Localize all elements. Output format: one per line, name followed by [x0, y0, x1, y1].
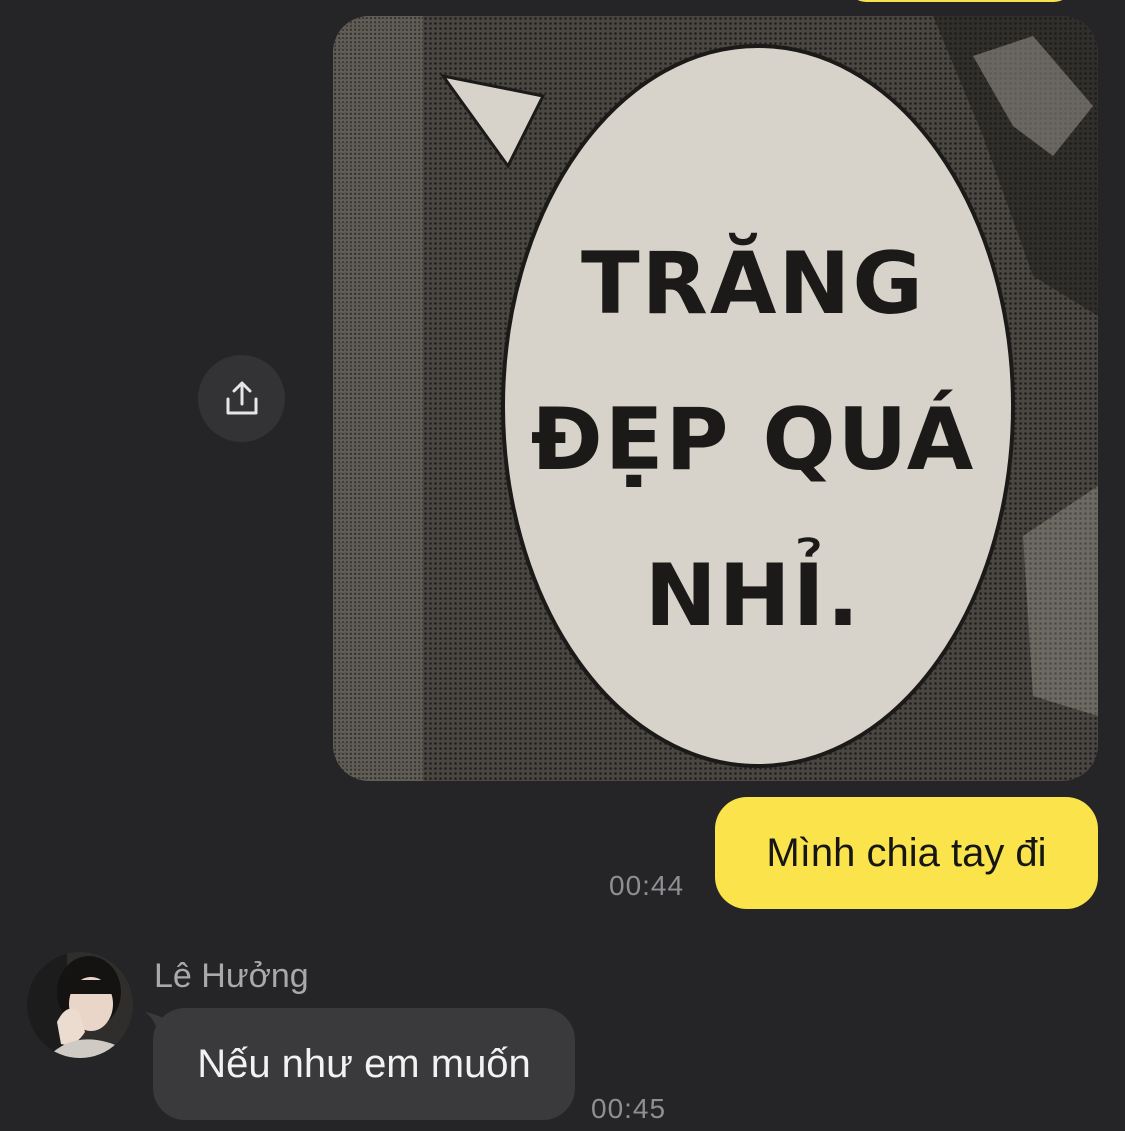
previous-sent-bubble [848, 0, 1072, 2]
speech-balloon-text: TRĂNG ĐẸP QUÁ NHỈ. [503, 206, 1003, 674]
received-message-text: Nếu như em muốn [197, 1041, 531, 1086]
received-message-bubble[interactable]: Nếu như em muốn [153, 1008, 575, 1120]
sent-message-bubble[interactable]: Mình chia tay đi [715, 797, 1098, 909]
received-message-time: 00:45 [591, 1093, 667, 1124]
sender-name: Lê Hưởng [154, 957, 309, 995]
avatar-photo [27, 952, 133, 1058]
balloon-line: ĐẸP QUÁ [530, 390, 976, 490]
sent-message-time: 00:44 [609, 870, 685, 901]
balloon-line: NHỈ. [644, 546, 862, 646]
balloon-line: TRĂNG [580, 234, 925, 334]
sent-message-text: Mình chia tay đi [766, 830, 1047, 875]
share-icon [226, 381, 257, 414]
share-button[interactable] [198, 355, 285, 442]
avatar[interactable] [27, 952, 133, 1058]
image-message[interactable]: TRĂNG ĐẸP QUÁ NHỈ. [333, 16, 1098, 781]
